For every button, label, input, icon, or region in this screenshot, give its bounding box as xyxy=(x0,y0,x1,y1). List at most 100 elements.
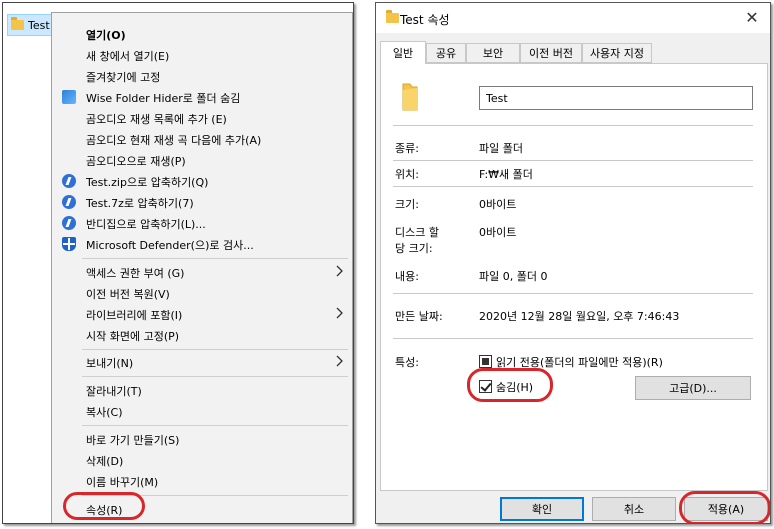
dialog-title: Test 속성 xyxy=(400,13,450,27)
menu-item-label: 곰오디오 재생 목록에 추가 (E) xyxy=(86,113,227,126)
highlight-oval-properties xyxy=(63,492,145,520)
menu-item-label: 라이브러리에 포함(I) xyxy=(86,309,183,322)
menu-item-label: 보내기(N) xyxy=(86,357,134,370)
wise-folder-hider-icon xyxy=(62,90,76,104)
tab-security[interactable]: 보안 xyxy=(466,43,520,63)
chevron-right-icon xyxy=(336,265,343,277)
menu-item-give-access[interactable]: 액세스 권한 부여 (G) xyxy=(52,262,352,283)
menu-item-label: 반디집으로 압축하기(L)... xyxy=(86,218,206,231)
attributes-label: 특성: xyxy=(395,356,419,369)
menu-item-restore-previous[interactable]: 이전 버전 복원(V) xyxy=(52,283,352,304)
divider xyxy=(393,125,753,126)
tab-panel-general: 종류: 파일 폴더 위치: F:₩새 폴더 크기: 0바이트 디스크 할 당 크… xyxy=(380,63,768,491)
tab-strip: 일반 공유 보안 이전 버전 사용자 지정 xyxy=(380,41,768,64)
menu-item-compress-zip[interactable]: Test.zip으로 압축하기(Q) xyxy=(52,171,352,192)
menu-separator xyxy=(82,258,348,259)
location-value: F:₩새 폴더 xyxy=(479,168,533,181)
created-label: 만든 날짜: xyxy=(395,310,443,323)
disk-size-value: 0바이트 xyxy=(479,226,517,239)
menu-item-open[interactable]: 열기(O) xyxy=(52,24,352,45)
dialog-titlebar: Test 속성 ✕ xyxy=(376,3,770,33)
folder-icon xyxy=(386,10,399,23)
menu-item-label: Test.zip으로 압축하기(Q) xyxy=(86,176,209,189)
context-menu: 열기(O) 새 창에서 열기(E) 즐겨찾기에 고정 Wise Folder H… xyxy=(51,12,353,523)
highlight-oval-hidden xyxy=(467,368,553,402)
contents-value: 파일 0, 폴더 0 xyxy=(479,270,548,283)
location-label: 위치: xyxy=(395,168,419,181)
menu-item-label: Test.7z로 압축하기(7) xyxy=(86,197,194,210)
divider xyxy=(393,186,753,187)
divider xyxy=(393,338,753,339)
menu-item-label: 새 창에서 열기(E) xyxy=(86,50,170,63)
explorer-folder-label: Test xyxy=(28,18,50,32)
type-label: 종류: xyxy=(395,142,419,155)
menu-item-label: 액세스 권한 부여 (G) xyxy=(86,267,185,280)
menu-item-defender-scan[interactable]: Microsoft Defender(으)로 검사... xyxy=(52,234,352,255)
menu-item-label: Wise Folder Hider로 폴더 숨김 xyxy=(86,92,241,105)
menu-item-label: 시작 화면에 고정(P) xyxy=(86,330,180,343)
menu-item-send-to[interactable]: 보내기(N) xyxy=(52,352,352,373)
menu-item-label: 이전 버전 복원(V) xyxy=(86,288,170,301)
menu-item-label: 삭제(D) xyxy=(86,455,124,468)
menu-item-label: 열기(O) xyxy=(86,29,126,42)
menu-item-include-library[interactable]: 라이브러리에 포함(I) xyxy=(52,304,352,325)
bandizip-icon xyxy=(62,216,76,230)
chevron-right-icon xyxy=(336,307,343,319)
ok-button[interactable]: 확인 xyxy=(500,497,584,521)
menu-item-cut[interactable]: 잘라내기(T) xyxy=(52,380,352,401)
divider xyxy=(393,293,753,294)
advanced-button[interactable]: 고급(D)... xyxy=(635,376,751,400)
menu-item-create-shortcut[interactable]: 바로 가기 만들기(S) xyxy=(52,429,352,450)
menu-separator xyxy=(82,425,348,426)
explorer-folder-test[interactable]: Test xyxy=(7,14,53,36)
menu-separator xyxy=(82,349,348,350)
tab-sharing[interactable]: 공유 xyxy=(426,43,466,63)
menu-item-wise-folder-hider[interactable]: Wise Folder Hider로 폴더 숨김 xyxy=(52,87,352,108)
tab-customize[interactable]: 사용자 지정 xyxy=(582,43,652,63)
properties-dialog: Test 속성 ✕ 일반 공유 보안 이전 버전 사용자 지정 종류: 파일 폴… xyxy=(375,2,771,524)
menu-item-gom-add-playlist[interactable]: 곰오디오 재생 목록에 추가 (E) xyxy=(52,108,352,129)
divider xyxy=(393,160,753,161)
menu-separator xyxy=(82,376,348,377)
size-value: 0바이트 xyxy=(479,198,517,211)
explorer-window: Test 열기(O) 새 창에서 열기(E) 즐겨찾기에 고정 Wise Fol… xyxy=(2,2,354,524)
cancel-button[interactable]: 취소 xyxy=(592,497,676,521)
menu-item-label: 즐겨찾기에 고정 xyxy=(86,71,161,84)
tab-general[interactable]: 일반 xyxy=(380,41,426,64)
bandizip-icon xyxy=(62,195,76,209)
chevron-right-icon xyxy=(336,355,343,367)
menu-item-rename[interactable]: 이름 바꾸기(M) xyxy=(52,471,352,492)
readonly-checkbox[interactable] xyxy=(479,355,492,368)
bandizip-icon xyxy=(62,174,76,188)
defender-shield-icon xyxy=(62,237,76,251)
folder-name-input[interactable] xyxy=(479,86,753,110)
menu-item-pin-quick-access[interactable]: 즐겨찾기에 고정 xyxy=(52,66,352,87)
size-label: 크기: xyxy=(395,198,419,211)
created-value: 2020년 12월 28일 월요일, 오후 7:46:43 xyxy=(479,310,680,323)
menu-item-open-new-window[interactable]: 새 창에서 열기(E) xyxy=(52,45,352,66)
menu-item-gom-add-next[interactable]: 곰오디오 현재 재생 곡 다음에 추가(A) xyxy=(52,129,352,150)
menu-item-label: 복사(C) xyxy=(86,406,123,419)
disk-size-label: 디스크 할 xyxy=(395,226,439,239)
menu-item-label: 이름 바꾸기(M) xyxy=(86,476,159,489)
folder-icon xyxy=(402,83,418,111)
menu-item-label: 잘라내기(T) xyxy=(86,385,142,398)
menu-item-delete[interactable]: 삭제(D) xyxy=(52,450,352,471)
menu-item-label: 곰오디오 현재 재생 곡 다음에 추가(A) xyxy=(86,134,262,147)
menu-item-gom-play[interactable]: 곰오디오으로 재생(P) xyxy=(52,150,352,171)
highlight-oval-apply xyxy=(679,491,770,523)
menu-item-label: 바로 가기 만들기(S) xyxy=(86,434,180,447)
menu-item-label: Microsoft Defender(으)로 검사... xyxy=(86,239,254,252)
type-value: 파일 폴더 xyxy=(479,142,523,155)
menu-item-pin-start[interactable]: 시작 화면에 고정(P) xyxy=(52,325,352,346)
contents-label: 내용: xyxy=(395,270,419,283)
menu-item-compress-7z[interactable]: Test.7z로 압축하기(7) xyxy=(52,192,352,213)
menu-item-label: 곰오디오으로 재생(P) xyxy=(86,155,186,168)
tab-previous-versions[interactable]: 이전 버전 xyxy=(520,43,582,63)
disk-size-label-line2: 당 크기: xyxy=(395,242,433,255)
menu-item-copy[interactable]: 복사(C) xyxy=(52,401,352,422)
close-icon[interactable]: ✕ xyxy=(742,8,762,28)
menu-item-compress-bandizip[interactable]: 반디집으로 압축하기(L)... xyxy=(52,213,352,234)
folder-icon xyxy=(11,17,24,30)
explorer-file-list: Test xyxy=(3,3,53,523)
